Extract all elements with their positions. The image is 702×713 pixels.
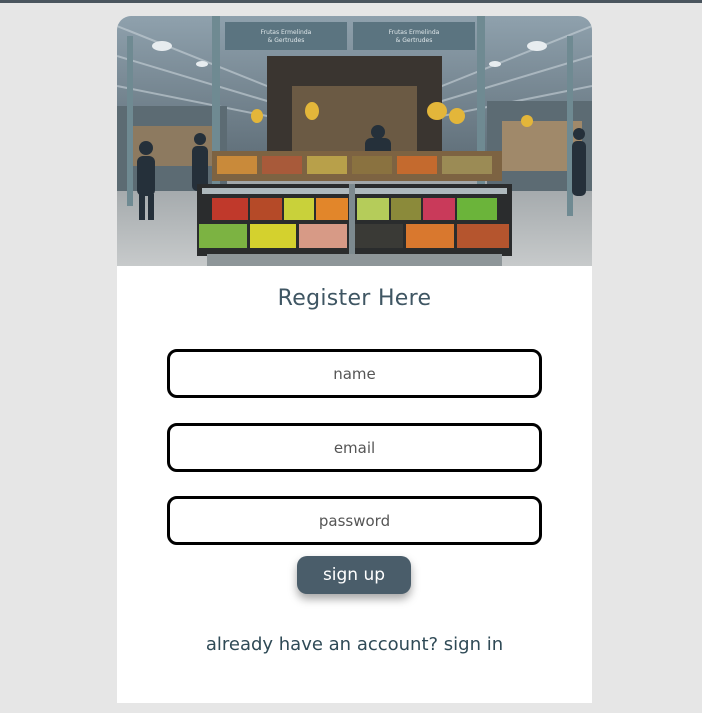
market-hero-image: Frutas Ermelinda & Gertrudes Frutas Erme… [117, 16, 592, 266]
register-card: Frutas Ermelinda & Gertrudes Frutas Erme… [117, 16, 592, 703]
sign-right-line1: Frutas Ermelinda [389, 29, 440, 36]
page-title: Register Here [277, 286, 432, 311]
password-input[interactable] [167, 496, 542, 545]
sign-left-line2: & Gertrudes [268, 37, 305, 44]
sign-right-line2: & Gertrudes [396, 37, 433, 44]
top-bar [0, 0, 702, 3]
sign-in-link[interactable]: already have an account? sign in [117, 634, 592, 655]
name-input[interactable] [167, 349, 542, 398]
sign-up-button[interactable]: sign up [297, 556, 411, 594]
sign-left-line1: Frutas Ermelinda [261, 29, 312, 36]
email-input[interactable] [167, 423, 542, 472]
